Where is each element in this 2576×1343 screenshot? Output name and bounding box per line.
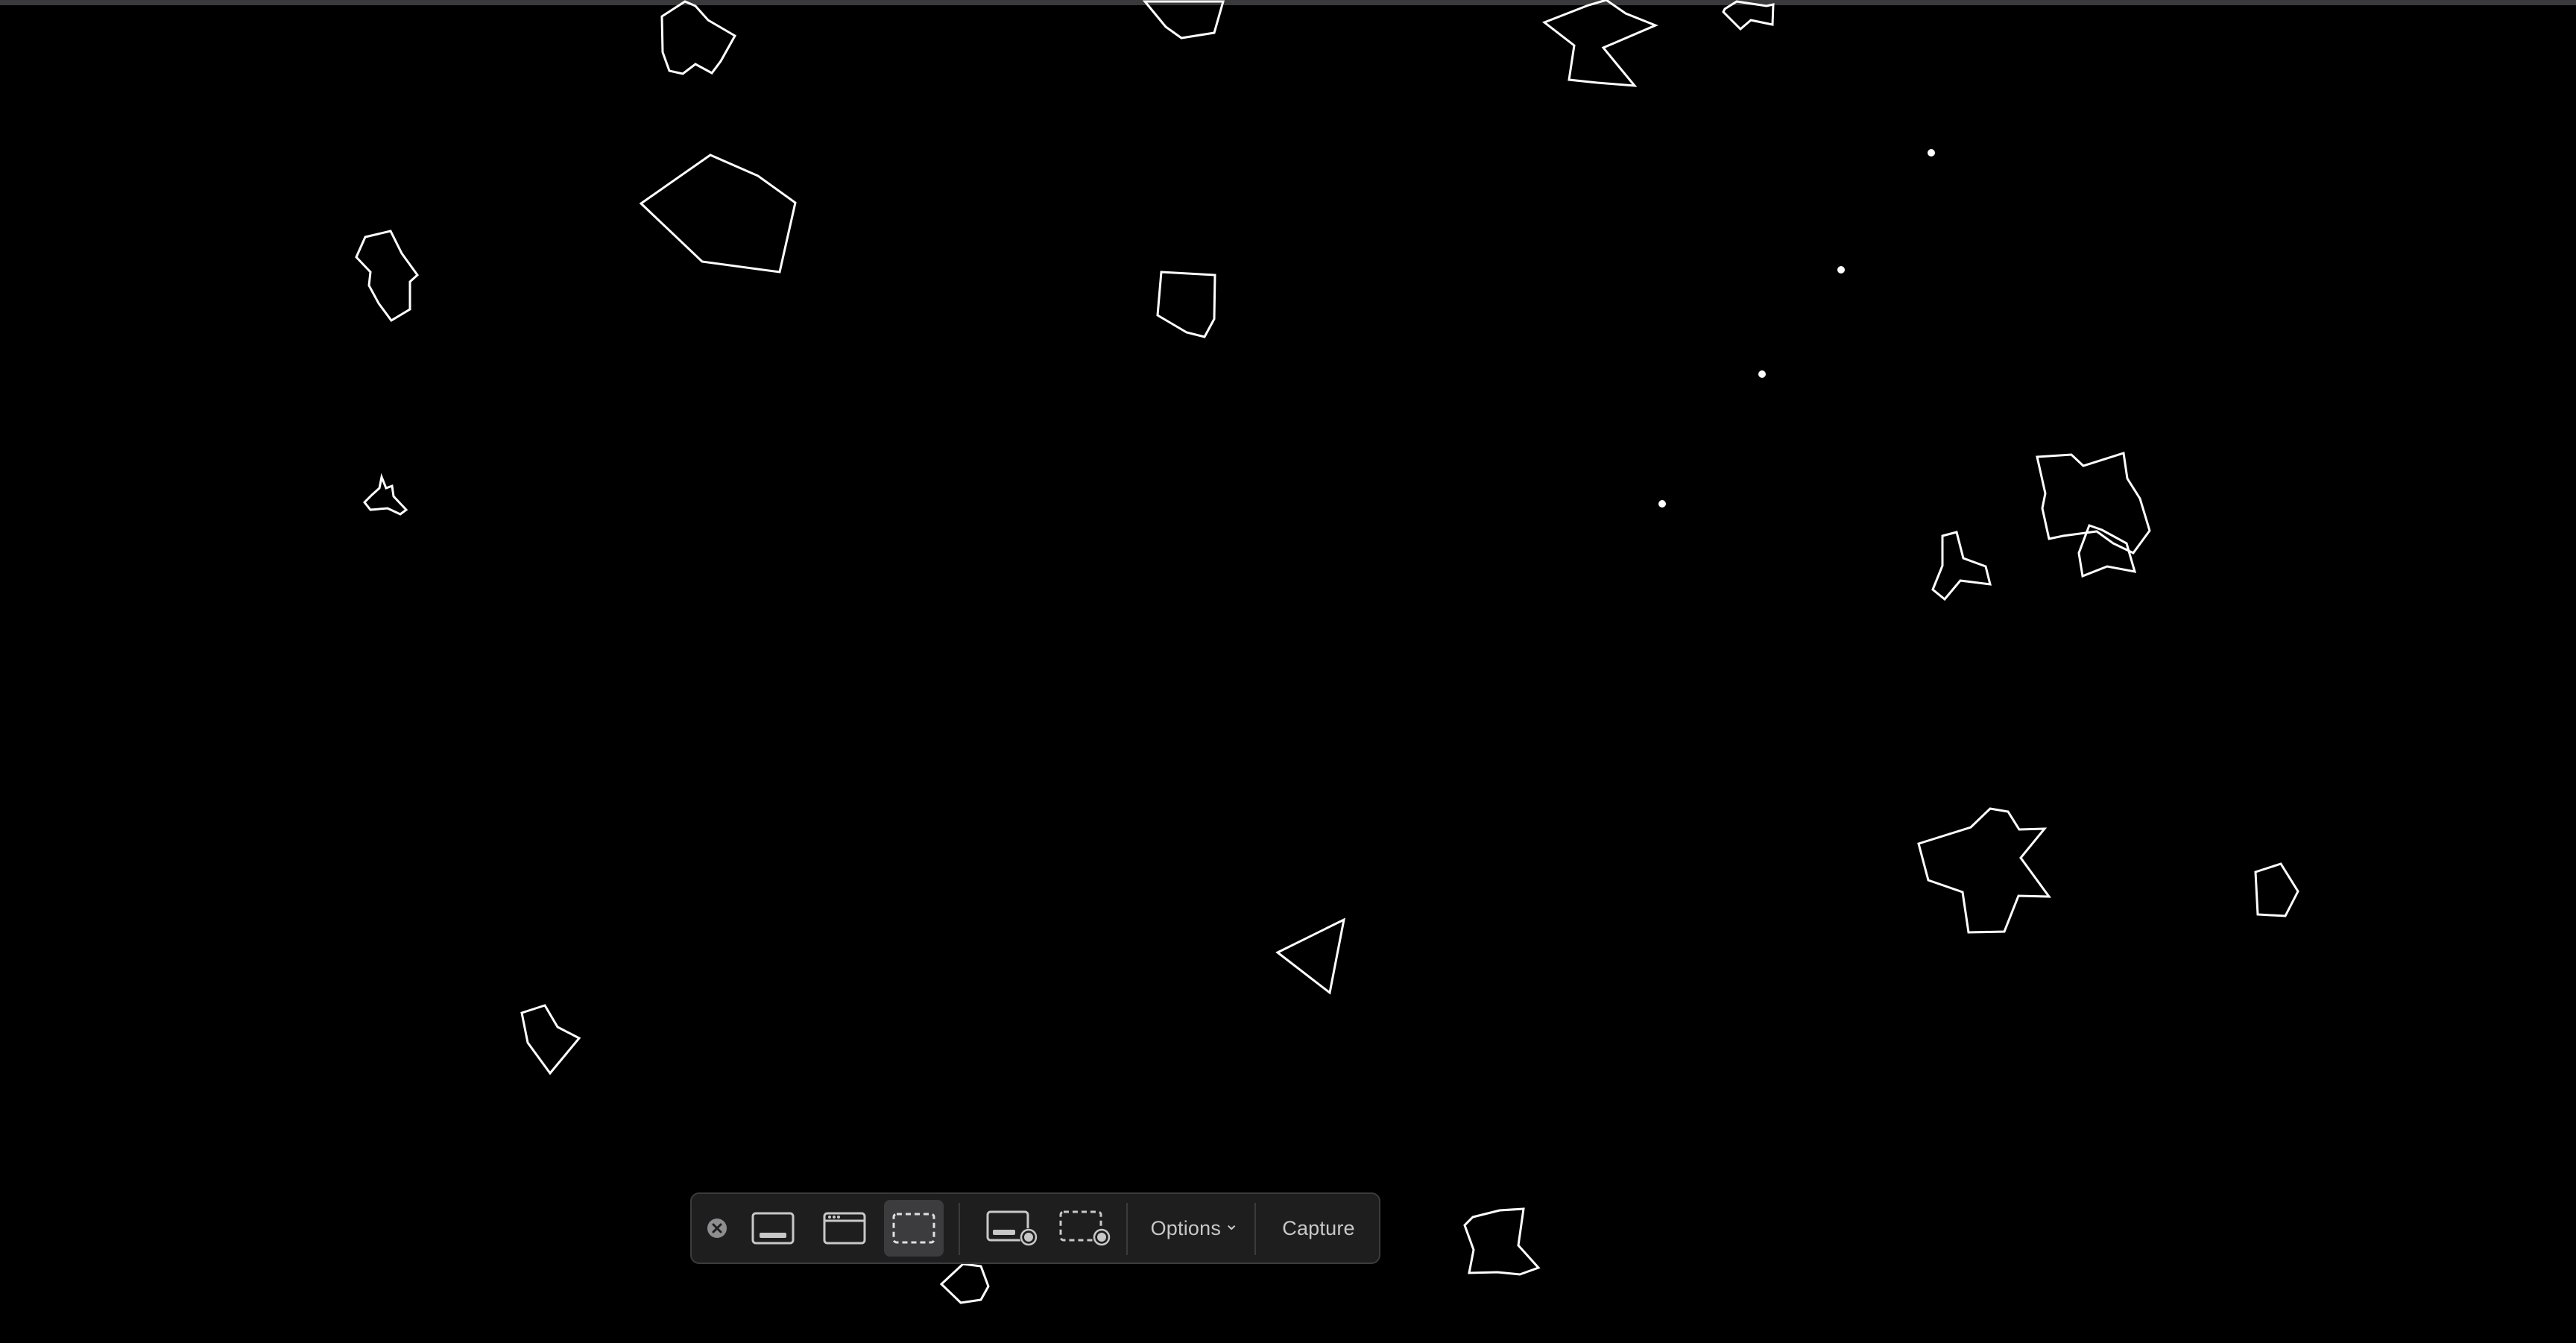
chevron-down-icon: ⌄ xyxy=(1224,1213,1240,1234)
bullet xyxy=(1837,266,1845,274)
record-screen-icon xyxy=(986,1210,1038,1246)
capture-selection-button[interactable] xyxy=(884,1200,944,1257)
game-stage: Options ⌄ Capture xyxy=(0,0,2576,1343)
bullet xyxy=(1758,370,1766,378)
record-selection-button[interactable] xyxy=(1051,1200,1120,1257)
bullet xyxy=(1928,149,1935,157)
capture-window-button[interactable] xyxy=(812,1200,877,1257)
close-circle-icon xyxy=(707,1219,727,1238)
asteroid xyxy=(1463,1207,1541,1276)
asteroid xyxy=(1142,0,1225,40)
window-icon xyxy=(823,1212,866,1245)
asteroid xyxy=(1722,0,1775,31)
asteroid xyxy=(939,1263,990,1304)
capture-label: Capture xyxy=(1282,1216,1355,1239)
asteroid xyxy=(520,1004,581,1075)
asteroid xyxy=(355,230,420,322)
screenshot-toolbar: Options ⌄ Capture xyxy=(690,1192,1380,1264)
asteroid xyxy=(362,473,408,516)
asteroid xyxy=(2254,862,2299,917)
asteroids-playfield xyxy=(355,0,2299,1304)
toolbar-divider xyxy=(959,1203,960,1255)
asteroid xyxy=(639,154,797,274)
capture-entire-screen-button[interactable] xyxy=(741,1200,805,1257)
asteroid xyxy=(1931,531,1992,601)
bullet xyxy=(1658,500,1666,508)
asteroid xyxy=(660,0,737,75)
record-entire-screen-button[interactable] xyxy=(978,1200,1046,1257)
toolbar-divider xyxy=(1126,1203,1128,1255)
toolbar-divider xyxy=(1254,1203,1256,1255)
asteroid xyxy=(1541,0,1658,87)
dashed-selection-icon xyxy=(892,1213,935,1244)
record-selection-icon xyxy=(1059,1210,1111,1246)
asteroid xyxy=(2036,452,2151,554)
close-button[interactable] xyxy=(702,1200,732,1257)
options-menu-button[interactable]: Options ⌄ xyxy=(1139,1200,1251,1257)
asteroid xyxy=(1917,807,2052,934)
capture-button[interactable]: Capture xyxy=(1264,1200,1373,1257)
options-label: Options xyxy=(1150,1216,1222,1239)
ship xyxy=(1275,917,1346,995)
asteroid xyxy=(1156,271,1216,338)
screen-icon xyxy=(751,1212,795,1245)
